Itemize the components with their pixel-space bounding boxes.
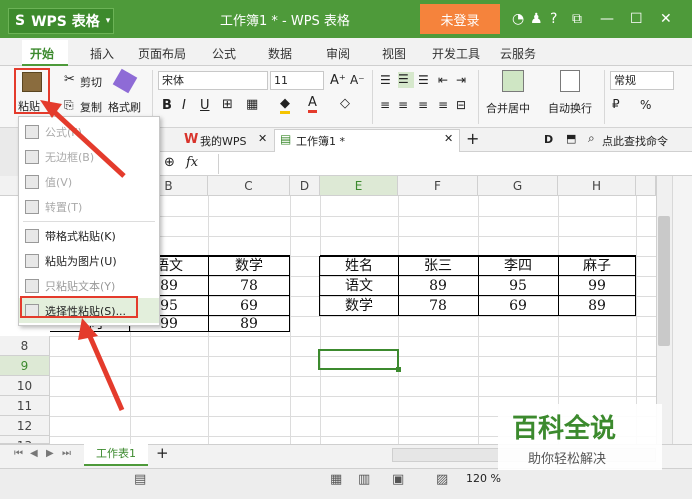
last-sheet-icon[interactable]: ⏭: [62, 448, 71, 459]
first-sheet-icon[interactable]: ⏮: [14, 448, 23, 459]
page-break-view-icon[interactable]: ▥: [358, 472, 370, 487]
next-sheet-icon[interactable]: ▶: [46, 448, 54, 459]
arrow-head: [78, 318, 98, 340]
arrow-to-paste: [48, 106, 126, 178]
prev-sheet-icon[interactable]: ◀: [30, 448, 38, 459]
macro-icon[interactable]: ▤: [134, 472, 146, 487]
add-sheet-icon[interactable]: +: [156, 444, 169, 462]
watermark-title: 百科全说: [512, 414, 617, 444]
read-mode-icon[interactable]: ▨: [436, 472, 448, 487]
normal-view-icon[interactable]: ▦: [330, 472, 342, 487]
watermark-subtitle: 助你轻松解决: [528, 452, 607, 467]
zoom-level[interactable]: 120 %: [466, 472, 501, 485]
sheet-tab-1[interactable]: 工作表1: [84, 444, 148, 466]
page-layout-view-icon[interactable]: ▣: [392, 472, 404, 487]
status-bar: [0, 468, 692, 499]
arrow-to-paste-special: [85, 331, 125, 411]
